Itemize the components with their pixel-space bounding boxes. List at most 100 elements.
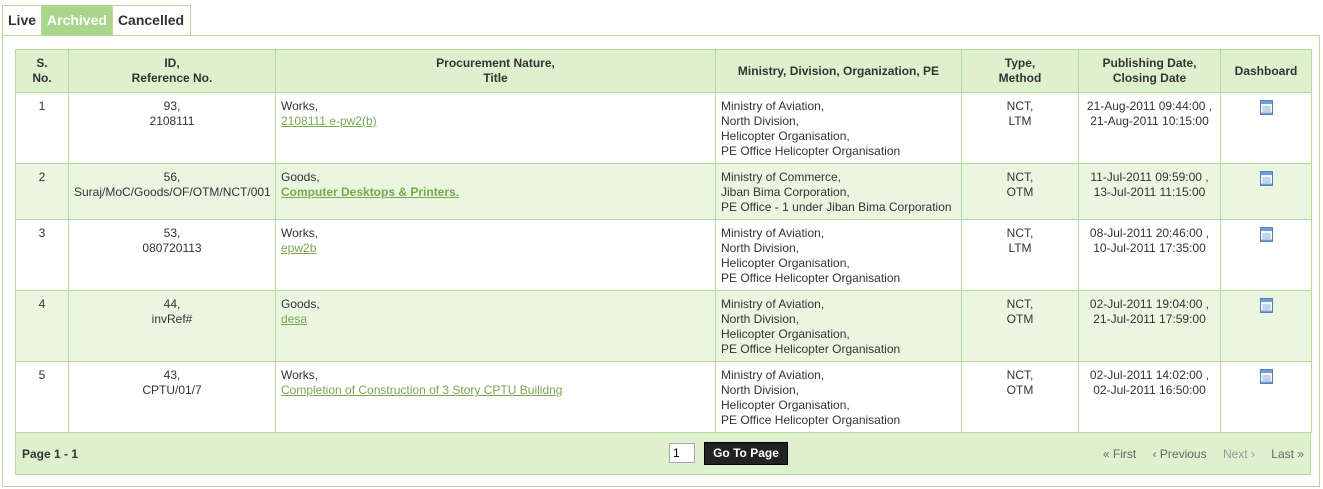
cell-id: 93, 2108111 (68, 92, 276, 164)
tender-title-link[interactable]: Completion of Construction of 3 Story CP… (281, 383, 562, 397)
tab-bar: Live Archived Cancelled (2, 5, 192, 36)
ministry-line: Helicopter Organisation, (721, 327, 850, 341)
cell-nature: Goods, Computer Desktops & Printers. (275, 163, 716, 220)
cell-nature: Works, 2108111 e-pw2(b) (275, 92, 716, 164)
method-value: OTM (1006, 312, 1034, 326)
last-page-link[interactable]: Last » (1271, 447, 1304, 461)
cell-dates: 11-Jul-2011 09:59:00 , 13-Jul-2011 11:15:… (1078, 163, 1221, 220)
tab-cancelled[interactable]: Cancelled (112, 5, 192, 35)
col-header-type: Type, Method (961, 49, 1079, 93)
procurement-nature: Works, (281, 368, 319, 382)
col-header-id: ID, Reference No. (68, 49, 276, 93)
reference-no: CPTU/01/7 (142, 383, 202, 397)
closing-date: 13-Jul-2011 11:15:00 (1093, 185, 1206, 199)
tenders-panel: S. No. ID, Reference No. Procurement Natur… (2, 35, 1320, 487)
reference-no: invRef# (151, 312, 193, 326)
closing-date: 21-Jul-2011 17:59:00 (1093, 312, 1206, 326)
sno-value: 4 (38, 297, 46, 311)
cell-sno: 1 (15, 92, 69, 164)
id-value: 44, (163, 297, 181, 311)
cell-ministry: Ministry of Aviation, North Division, Heli… (715, 361, 962, 433)
ministry-line: PE Office Helicopter Organisation (721, 271, 901, 285)
cell-type: NCT, LTM (961, 219, 1079, 291)
document-icon[interactable] (1259, 227, 1273, 242)
cell-type: NCT, OTM (961, 361, 1079, 433)
tender-title-link[interactable]: Computer Desktops & Printers. (281, 185, 459, 199)
cell-id: 43, CPTU/01/7 (68, 361, 276, 433)
procurement-nature: Works, (281, 99, 319, 113)
publishing-date: 02-Jul-2011 14:02:00 , (1089, 368, 1210, 382)
publishing-date: 11-Jul-2011 09:59:00 , (1090, 170, 1209, 184)
tender-title-link[interactable]: desa (281, 312, 307, 326)
id-value: 93, (163, 99, 181, 113)
reference-no: 2108111 (149, 114, 195, 128)
cell-ministry: Ministry of Aviation, North Division, Heli… (715, 92, 962, 164)
cell-id: 53, 080720113 (68, 219, 276, 291)
cell-dates: 08-Jul-2011 20:46:00 , 10-Jul-2011 17:35:… (1078, 219, 1221, 291)
sno-value: 1 (38, 99, 46, 113)
page-number-input[interactable] (669, 443, 695, 463)
table-row: 2 56, Suraj/MoC/Goods/OF/OTM/NCT/001 Good… (15, 163, 1312, 220)
go-to-page-button[interactable]: Go To Page (704, 442, 788, 465)
table-row: 4 44, invRef# Goods, desa Ministry of Avia… (15, 290, 1312, 362)
id-value: 53, (163, 226, 181, 240)
cell-dashboard (1220, 361, 1312, 433)
cell-dashboard (1220, 219, 1312, 291)
cell-dates: 02-Jul-2011 14:02:00 , 02-Jul-2011 16:50:… (1078, 361, 1221, 433)
cell-ministry: Ministry of Aviation, North Division, Heli… (715, 219, 962, 291)
closing-date: 21-Aug-2011 10:15:00 (1090, 114, 1209, 128)
next-page-link[interactable]: Next › (1223, 447, 1255, 461)
sno-value: 5 (38, 368, 46, 382)
type-value: NCT, (1006, 99, 1034, 113)
page-info: Page 1 - 1 (22, 447, 79, 461)
procurement-nature: Goods, (281, 297, 320, 311)
tender-title-link[interactable]: 2108111 e-pw2(b) (281, 114, 377, 128)
document-icon[interactable] (1259, 100, 1273, 115)
ministry-line: Ministry of Aviation, (721, 99, 825, 113)
table-row: 1 93, 2108111 Works, 2108111 e-pw2(b) Mini… (15, 92, 1312, 164)
ministry-line: Helicopter Organisation, (721, 129, 850, 143)
col-header-nature: Procurement Nature, Title (275, 49, 716, 93)
reference-no: Suraj/MoC/Goods/OF/OTM/NCT/001 (74, 185, 271, 199)
document-icon[interactable] (1259, 171, 1273, 186)
cell-ministry: Ministry of Aviation, North Division, Heli… (715, 290, 962, 362)
document-icon[interactable] (1259, 369, 1273, 384)
cell-dashboard (1220, 163, 1312, 220)
sno-value: 2 (38, 170, 46, 184)
cell-dates: 02-Jul-2011 19:04:00 , 21-Jul-2011 17:59:… (1078, 290, 1221, 362)
tender-title-link[interactable]: epw2b (281, 241, 316, 255)
col-header-ministry: Ministry, Division, Organization, PE (715, 49, 962, 93)
cell-dashboard (1220, 92, 1312, 164)
procurement-nature: Goods, (281, 170, 320, 184)
cell-id: 56, Suraj/MoC/Goods/OF/OTM/NCT/001 (68, 163, 276, 220)
cell-sno: 4 (15, 290, 69, 362)
procurement-nature: Works, (281, 226, 319, 240)
ministry-line: Jiban Bima Corporation, (721, 185, 850, 199)
ministry-line: PE Office Helicopter Organisation (721, 413, 901, 427)
tab-live[interactable]: Live (2, 5, 43, 35)
table-header-row: S. No. ID, Reference No. Procurement Natur… (15, 49, 1312, 93)
cell-type: NCT, LTM (961, 92, 1079, 164)
ministry-line: PE Office - 1 under Jiban Bima Corporati… (721, 200, 952, 214)
ministry-line: North Division, (721, 114, 800, 128)
method-value: LTM (1008, 241, 1032, 255)
previous-page-link[interactable]: ‹ Previous (1153, 447, 1207, 461)
method-value: OTM (1006, 185, 1034, 199)
cell-type: NCT, OTM (961, 290, 1079, 362)
publishing-date: 21-Aug-2011 09:44:00 , (1086, 99, 1213, 113)
closing-date: 02-Jul-2011 16:50:00 (1093, 383, 1206, 397)
ministry-line: Ministry of Commerce, (721, 170, 842, 184)
ministry-line: Ministry of Aviation, (721, 368, 825, 382)
cell-sno: 2 (15, 163, 69, 220)
table-row: 5 43, CPTU/01/7 Works, Completion of Const… (15, 361, 1312, 433)
cell-ministry: Ministry of Commerce, Jiban Bima Corporat… (715, 163, 962, 220)
ministry-line: North Division, (721, 312, 800, 326)
ministry-line: Ministry of Aviation, (721, 297, 825, 311)
cell-sno: 5 (15, 361, 69, 433)
tab-archived[interactable]: Archived (42, 5, 113, 35)
ministry-line: Helicopter Organisation, (721, 256, 850, 270)
document-icon[interactable] (1259, 298, 1273, 313)
id-value: 56, (163, 170, 181, 184)
type-value: NCT, (1006, 297, 1034, 311)
first-page-link[interactable]: « First (1103, 447, 1136, 461)
